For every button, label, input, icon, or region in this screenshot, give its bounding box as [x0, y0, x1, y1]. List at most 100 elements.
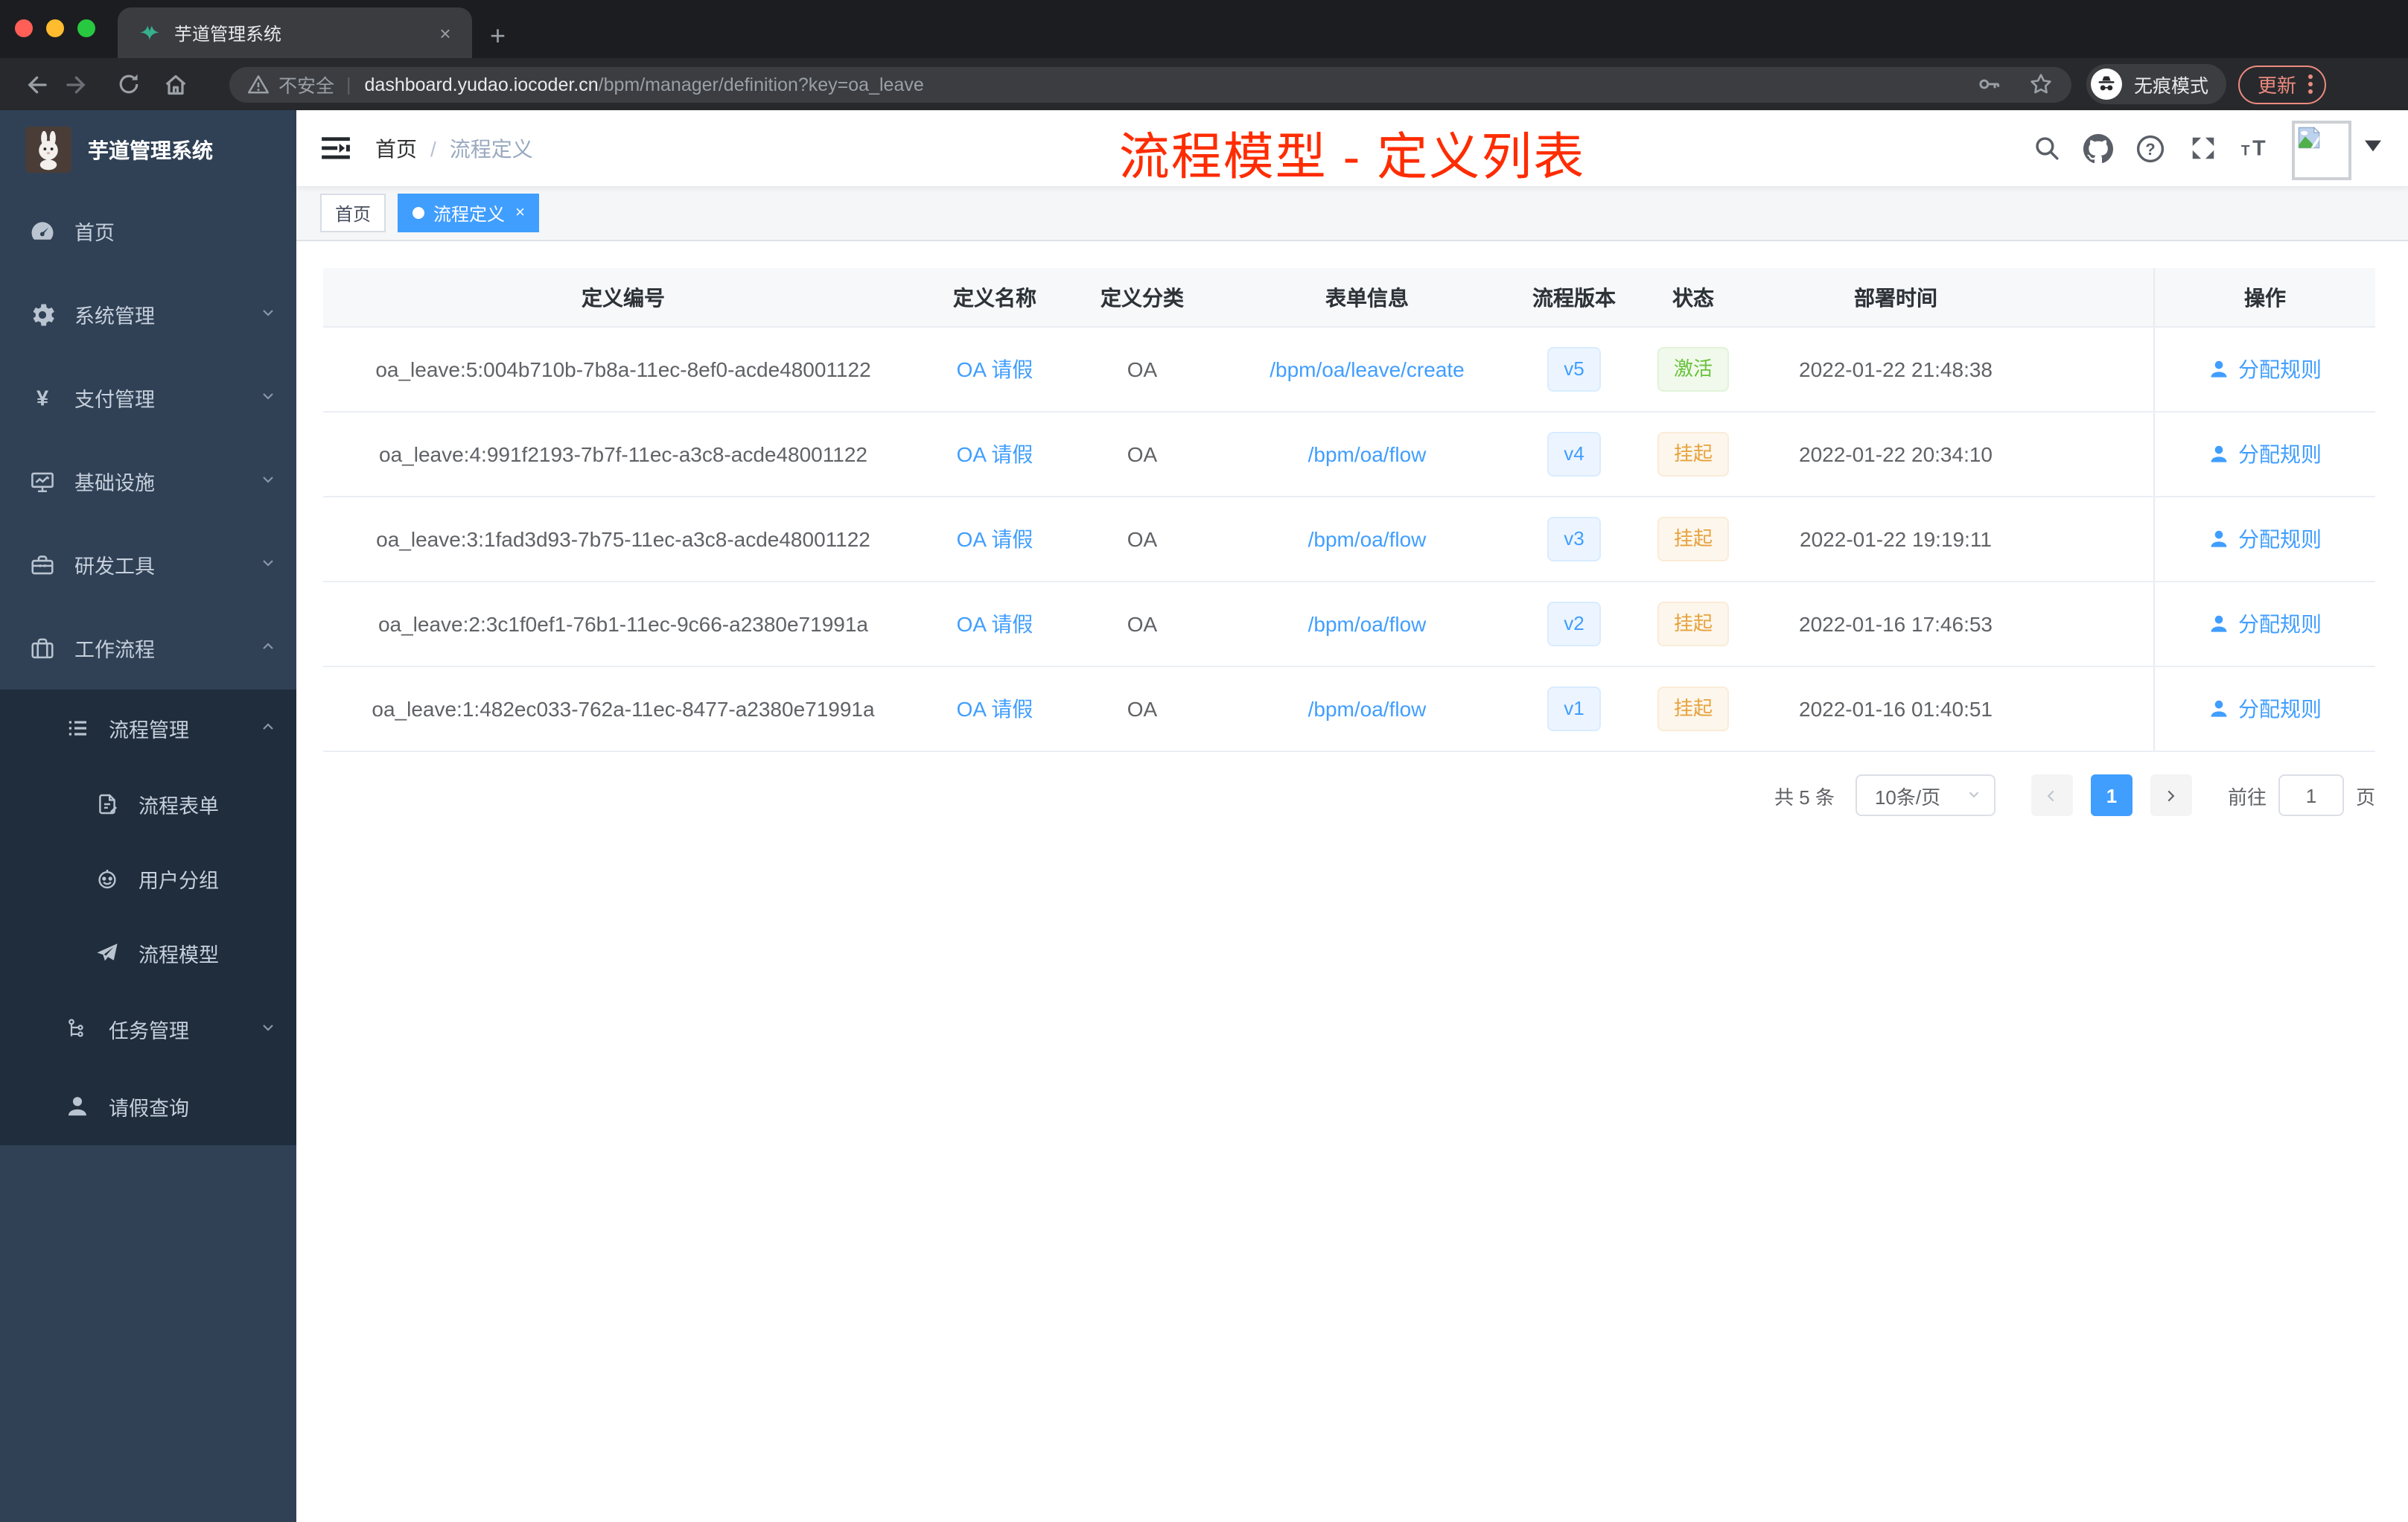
browser-menu-update-button[interactable]: 更新	[2238, 65, 2327, 104]
bookmark-star-icon[interactable]	[2028, 71, 2054, 97]
chevron-down-icon	[259, 1018, 277, 1040]
user-icon	[2211, 700, 2227, 717]
paper-plane-icon	[94, 940, 119, 966]
assign-rule-button[interactable]: 分配规则	[2208, 439, 2322, 469]
definition-category: OA	[1127, 612, 1158, 636]
maximize-window-button[interactable]	[77, 19, 95, 37]
sidebar-item-process-form[interactable]: 流程表单	[0, 767, 296, 841]
tag-home[interactable]: 首页	[320, 194, 386, 232]
user-icon	[2211, 615, 2227, 632]
current-page-button[interactable]: 1	[2090, 774, 2133, 816]
sidebar-fold-icon[interactable]	[320, 132, 353, 165]
assign-rule-button[interactable]: 分配规则	[2208, 524, 2322, 554]
url-bar[interactable]: 不安全 | dashboard.yudao.iocoder.cn/bpm/man…	[229, 66, 2071, 102]
user-icon	[2211, 530, 2227, 547]
search-icon[interactable]	[2030, 132, 2063, 165]
back-icon[interactable]	[15, 63, 57, 105]
fullscreen-icon[interactable]	[2186, 132, 2219, 165]
filler-cell	[2037, 328, 2153, 411]
assign-rule-button[interactable]: 分配规则	[2208, 609, 2322, 639]
assign-rule-button[interactable]: 分配规则	[2208, 694, 2322, 724]
chevron-down-icon	[259, 470, 277, 492]
goto-page-input[interactable]	[2278, 774, 2344, 816]
version-tag: v5	[1547, 347, 1601, 392]
definition-category: OA	[1127, 697, 1158, 721]
home-icon[interactable]	[155, 63, 197, 105]
column-header: 流程版本	[1532, 285, 1616, 309]
sidebar-item-user-group[interactable]: 用户分组	[0, 841, 296, 916]
definition-category: OA	[1127, 357, 1158, 381]
close-window-button[interactable]	[15, 19, 33, 37]
definition-id: oa_leave:2:3c1f0ef1-76b1-11ec-9c66-a2380…	[378, 612, 868, 636]
form-info-link[interactable]: /bpm/oa/flow	[1218, 582, 1516, 666]
help-icon[interactable]: ?	[2134, 132, 2167, 165]
tag-process-definition[interactable]: 流程定义 ×	[398, 194, 540, 232]
font-size-icon[interactable]: TT	[2238, 132, 2271, 165]
sidebar-item-payment[interactable]: ¥ 支付管理	[0, 356, 296, 439]
version-cell: v3	[1516, 497, 1632, 581]
sidebar: 芋道管理系统 首页 系统管理 ¥ 支付管理 基础设施 研发工具 工作流程 流程管…	[0, 110, 296, 1522]
monitor-chart-icon	[30, 468, 55, 494]
page-size-value: 10条/页	[1874, 786, 1941, 808]
kebab-menu-icon[interactable]	[2308, 74, 2313, 94]
security-label[interactable]: 不安全	[278, 70, 334, 98]
password-key-icon[interactable]	[1976, 71, 2001, 97]
reload-icon[interactable]	[107, 63, 149, 105]
version-cell: v4	[1516, 413, 1632, 496]
next-page-button[interactable]	[2150, 774, 2192, 816]
filler-cell	[2037, 667, 2153, 751]
security-warning-icon[interactable]	[247, 73, 270, 95]
form-info-link[interactable]: /bpm/oa/flow	[1218, 497, 1516, 581]
top-navbar: 首页 / 流程定义 流程模型 - 定义列表 ? TT	[296, 110, 2408, 186]
user-icon	[64, 1094, 89, 1119]
definition-name-link[interactable]: OA 请假	[923, 582, 1066, 666]
sidebar-item-label: 流程管理	[109, 719, 189, 742]
avatar-broken-image[interactable]	[2292, 121, 2351, 180]
form-info-link[interactable]: /bpm/oa/flow	[1218, 667, 1516, 751]
action-cell: 分配规则	[2153, 667, 2375, 751]
svg-text:T: T	[2252, 137, 2265, 161]
tab-title: 芋道管理系统	[174, 23, 282, 44]
status-badge: 挂起	[1657, 602, 1729, 646]
table-body: oa_leave:5:004b710b-7b8a-11ec-8ef0-acde4…	[323, 328, 2375, 752]
form-info-link[interactable]: /bpm/oa/flow	[1218, 413, 1516, 496]
new-tab-button[interactable]: +	[490, 22, 506, 49]
logo-avatar	[25, 127, 71, 173]
breadcrumb-separator: /	[430, 136, 436, 160]
incognito-badge: 无痕模式	[2086, 64, 2227, 104]
action-cell: 分配规则	[2153, 328, 2375, 411]
robot-face-icon	[94, 866, 119, 891]
incognito-label: 无痕模式	[2134, 76, 2209, 97]
tag-close-icon[interactable]: ×	[515, 204, 525, 222]
user-menu-caret-icon[interactable]	[2365, 140, 2381, 156]
sidebar-item-system[interactable]: 系统管理	[0, 273, 296, 356]
page-size-select[interactable]: 10条/页	[1855, 774, 1995, 816]
forward-icon[interactable]	[57, 63, 98, 105]
sidebar-item-leave-query[interactable]: 请假查询	[0, 1068, 296, 1145]
definition-name-link[interactable]: OA 请假	[923, 497, 1066, 581]
sidebar-item-task-management[interactable]: 任务管理	[0, 990, 296, 1068]
sidebar-item-workflow[interactable]: 工作流程	[0, 606, 296, 690]
sidebar-item-dev-tools[interactable]: 研发工具	[0, 523, 296, 606]
browser-tab[interactable]: 芋道管理系统 ×	[118, 7, 472, 58]
sidebar-item-label: 研发工具	[74, 555, 155, 578]
definition-name-link[interactable]: OA 请假	[923, 667, 1066, 751]
sidebar-item-home[interactable]: 首页	[0, 189, 296, 273]
prev-page-button[interactable]	[2030, 774, 2073, 816]
svg-text:¥: ¥	[36, 386, 48, 410]
sidebar-item-process-model[interactable]: 流程模型	[0, 916, 296, 990]
tab-close-icon[interactable]: ×	[433, 22, 457, 44]
definition-name-link[interactable]: OA 请假	[923, 328, 1066, 411]
sidebar-item-process-management[interactable]: 流程管理	[0, 690, 296, 767]
breadcrumb-home[interactable]: 首页	[375, 133, 417, 163]
github-icon[interactable]	[2082, 132, 2115, 165]
update-label[interactable]: 更新	[2258, 70, 2296, 98]
assign-rule-button[interactable]: 分配规则	[2208, 354, 2322, 384]
minimize-window-button[interactable]	[46, 19, 64, 37]
definition-name-link[interactable]: OA 请假	[923, 413, 1066, 496]
pagination-total: 共 5 条	[1774, 786, 1835, 808]
form-info-link[interactable]: /bpm/oa/leave/create	[1218, 328, 1516, 411]
column-header: 部署时间	[1854, 285, 1937, 309]
yen-icon: ¥	[30, 385, 55, 410]
sidebar-item-infrastructure[interactable]: 基础设施	[0, 439, 296, 523]
